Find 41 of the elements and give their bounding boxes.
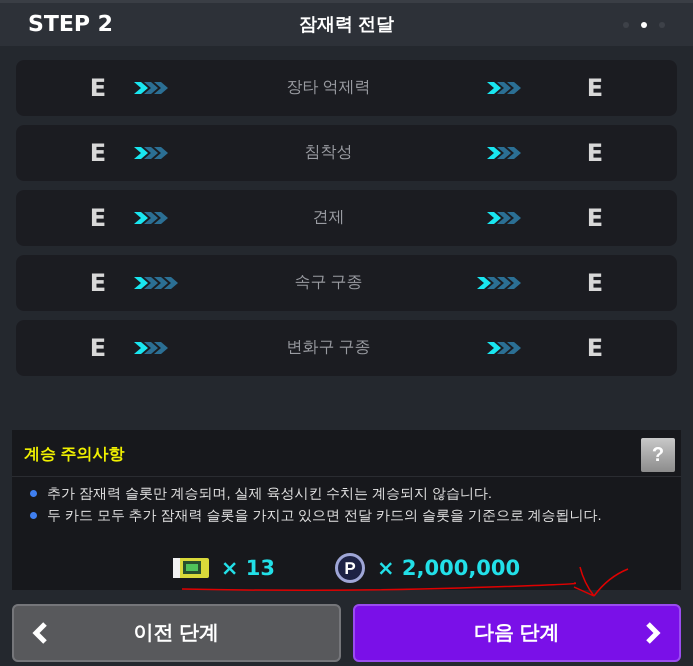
- grade-label: E: [586, 138, 604, 169]
- stat-name: 변화구 구종: [285, 338, 372, 358]
- chevron-right-icon: [645, 622, 661, 644]
- grade-label: E: [88, 268, 108, 299]
- chevrons-icon: [134, 81, 170, 95]
- chevrons-icon: [487, 146, 523, 160]
- chevrons-icon: [477, 276, 523, 290]
- chevrons-icon: [134, 211, 170, 225]
- stat-name: 장타 억제력: [285, 78, 372, 98]
- chevrons-icon: [487, 211, 523, 225]
- grade-label: E: [88, 333, 108, 364]
- stat-name: 침착성: [304, 143, 354, 163]
- chevrons-icon: [134, 146, 170, 160]
- stat-name: 속구 구종: [293, 273, 364, 293]
- chevrons-icon: [134, 276, 180, 290]
- grade-label: E: [88, 203, 108, 234]
- bullet-icon: [30, 512, 37, 519]
- ticket-icon: [172, 557, 209, 580]
- previous-step-button[interactable]: 이전 단계: [12, 604, 340, 662]
- step-label: STEP 2: [28, 11, 113, 39]
- stat-name: 견제: [312, 208, 346, 228]
- grade-label: E: [586, 268, 604, 299]
- notice-text: 추가 잠재력 슬롯만 계승되며, 실제 육성시킨 수치는 계승되지 않습니다.: [47, 484, 493, 503]
- grade-label: E: [586, 73, 604, 104]
- cost-amount: × 13: [220, 554, 275, 582]
- chevrons-icon: [134, 341, 170, 355]
- chevron-left-icon: [32, 622, 48, 644]
- window-title: 잠재력 전달: [299, 13, 394, 36]
- chevrons-icon: [487, 341, 523, 355]
- notice-title: 계승 주의사항: [24, 445, 124, 465]
- next-step-button[interactable]: 다음 단계: [352, 604, 681, 662]
- cost-amount: × 2,000,000: [376, 554, 520, 582]
- annotation-arrow: [572, 565, 630, 599]
- grade-label: E: [88, 73, 108, 104]
- notice-text: 두 카드 모두 추가 잠재력 슬롯을 가지고 있으면 전달 카드의 슬롯을 기준으로 계승됩니다.: [47, 506, 603, 525]
- coin-icon: P: [334, 553, 365, 584]
- grade-label: E: [586, 333, 604, 364]
- bullet-icon: [30, 490, 37, 497]
- grade-label: E: [586, 203, 604, 234]
- grade-label: E: [88, 138, 108, 169]
- chevrons-icon: [487, 81, 523, 95]
